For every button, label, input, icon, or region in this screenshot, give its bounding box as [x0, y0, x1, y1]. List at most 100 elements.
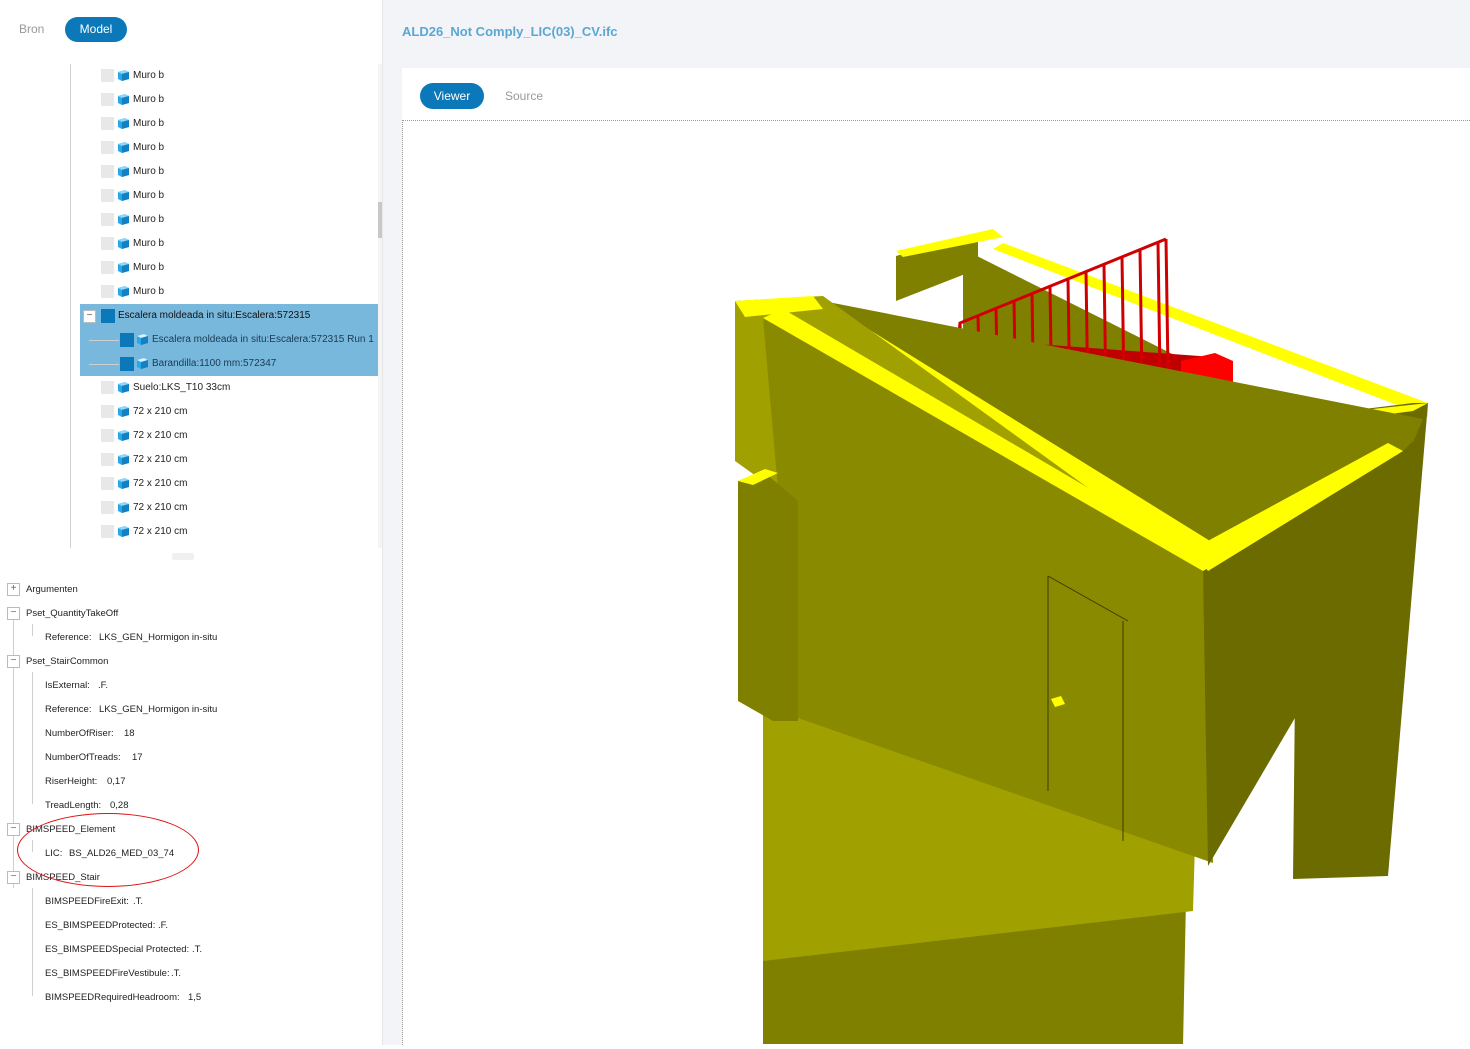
tree-checkbox[interactable]	[101, 285, 114, 298]
cube-icon	[118, 94, 129, 105]
tree-checkbox[interactable]	[101, 525, 114, 538]
3d-viewport[interactable]	[402, 120, 1470, 1046]
property-row: BIMSPEEDFireExit: .T.	[0, 890, 382, 914]
tree-item-selected[interactable]: − Escalera moldeada in situ:Escalera:572…	[0, 304, 378, 328]
tab-viewer[interactable]: Viewer	[420, 83, 484, 109]
cube-icon	[118, 70, 129, 81]
tree-item-label: Escalera moldeada in situ:Escalera:57231…	[118, 310, 311, 321]
tree-checkbox[interactable]	[101, 213, 114, 226]
tree-item[interactable]: Muro b	[0, 160, 378, 184]
tree-checkbox[interactable]	[101, 261, 114, 274]
tree-item[interactable]: Muro b	[0, 136, 378, 160]
tree-checkbox[interactable]	[101, 453, 114, 466]
collapse-icon[interactable]: −	[83, 310, 96, 323]
tree-item-label: 72 x 210 cm	[133, 454, 188, 465]
cube-icon	[118, 526, 129, 537]
pset-label: Pset_QuantityTakeOff	[26, 608, 119, 619]
tree-item-label: 72 x 210 cm	[133, 478, 188, 489]
property-value: LKS_GEN_Hormigon in-situ	[99, 632, 218, 643]
tree-item-selected[interactable]: Escalera moldeada in situ:Escalera:57231…	[0, 328, 378, 352]
tree-checkbox[interactable]	[101, 69, 114, 82]
left-panel: Bron Model Muro b Muro b Muro b Muro b M…	[0, 0, 382, 1045]
tree-item[interactable]: Muro b	[0, 64, 378, 88]
tree-item-label: Muro b	[133, 262, 165, 273]
3d-model-render[interactable]	[403, 121, 1469, 1046]
pset-label: Pset_StairCommon	[26, 656, 109, 667]
property-row: Reference: LKS_GEN_Hormigon in-situ	[0, 698, 382, 722]
property-key: RiserHeight:	[45, 776, 98, 787]
property-key: ES_BIMSPEEDProtected:	[45, 920, 156, 931]
collapse-icon[interactable]: −	[7, 871, 20, 884]
property-row: BIMSPEEDRequiredHeadroom: 1,5	[0, 986, 382, 1010]
tree-item[interactable]: Muro b	[0, 280, 378, 304]
tree-item[interactable]: Suelo:LKS_T10 33cm	[0, 376, 378, 400]
panel-splitter-handle[interactable]	[172, 553, 194, 560]
property-value: 0,17	[107, 776, 126, 787]
property-row: RiserHeight: 0,17	[0, 770, 382, 794]
tree-checkbox[interactable]	[101, 429, 114, 442]
collapse-icon[interactable]: −	[7, 823, 20, 836]
collapse-icon[interactable]: −	[7, 607, 20, 620]
model-tree: Muro b Muro b Muro b Muro b Muro b Muro …	[0, 64, 378, 548]
property-value: 0,28	[110, 800, 129, 811]
tree-item[interactable]: 72 x 210 cm	[0, 424, 378, 448]
property-row: IsExternal: .F.	[0, 674, 382, 698]
cube-icon	[118, 142, 129, 153]
cube-icon	[118, 190, 129, 201]
right-panel: ALD26_Not Comply_LIC(03)_CV.ifc Viewer S…	[383, 0, 1470, 1046]
tree-item[interactable]: Muro b	[0, 184, 378, 208]
tree-item[interactable]: 72 x 210 cm	[0, 520, 378, 544]
property-key: IsExternal:	[45, 680, 90, 691]
tree-item-label: 72 x 210 cm	[133, 502, 188, 513]
property-key: BIMSPEEDFireExit:	[45, 896, 129, 907]
tree-checkbox[interactable]	[101, 477, 114, 490]
expand-icon[interactable]: +	[7, 583, 20, 596]
tree-item[interactable]: 72 x 210 cm	[0, 448, 378, 472]
tree-checkbox[interactable]	[120, 357, 134, 371]
tree-item-selected[interactable]: Barandilla:1100 mm:572347	[0, 352, 378, 376]
tree-checkbox[interactable]	[101, 237, 114, 250]
tab-model[interactable]: Model	[65, 17, 127, 42]
tree-item-label: Muro b	[133, 238, 165, 249]
tree-checkbox[interactable]	[120, 333, 134, 347]
pset-stair-common[interactable]: − Pset_StairCommon	[0, 650, 382, 674]
tree-checkbox[interactable]	[101, 93, 114, 106]
cube-icon	[118, 166, 129, 177]
cube-icon	[118, 502, 129, 513]
tree-item[interactable]: Muro b	[0, 232, 378, 256]
tree-item[interactable]: 72 x 210 cm	[0, 400, 378, 424]
tab-source[interactable]: Source	[505, 89, 543, 103]
cube-icon	[118, 406, 129, 417]
property-row: ES_BIMSPEEDFireVestibule: .T.	[0, 962, 382, 986]
tree-checkbox[interactable]	[101, 165, 114, 178]
pset-quantity-takeoff[interactable]: − Pset_QuantityTakeOff	[0, 602, 382, 626]
tree-item-label: 72 x 210 cm	[133, 430, 188, 441]
tree-item-label: Muro b	[133, 286, 165, 297]
tree-item[interactable]: 72 x 210 cm	[0, 472, 378, 496]
tree-item-label: Muro b	[133, 190, 165, 201]
tree-checkbox[interactable]	[101, 189, 114, 202]
tree-checkbox[interactable]	[101, 309, 115, 323]
tree-item[interactable]: 72 x 210 cm	[0, 496, 378, 520]
tree-item-label: Escalera moldeada in situ:Escalera:57231…	[152, 334, 374, 345]
property-key: TreadLength:	[45, 800, 102, 811]
tree-item[interactable]: Muro b	[0, 112, 378, 136]
tree-item[interactable]: Muro b	[0, 88, 378, 112]
pset-argumenten[interactable]: + Argumenten	[0, 578, 382, 602]
tree-item[interactable]: Muro b	[0, 256, 378, 280]
tree-item[interactable]: Muro b	[0, 208, 378, 232]
tab-bron[interactable]: Bron	[19, 22, 44, 36]
tree-item-label: Muro b	[133, 142, 165, 153]
property-key: Reference:	[45, 632, 92, 643]
tree-checkbox[interactable]	[101, 141, 114, 154]
cube-icon	[118, 478, 129, 489]
property-key: BIMSPEEDRequiredHeadroom:	[45, 992, 180, 1003]
property-value: .F.	[98, 680, 109, 691]
tree-checkbox[interactable]	[101, 117, 114, 130]
collapse-icon[interactable]: −	[7, 655, 20, 668]
tree-checkbox[interactable]	[101, 501, 114, 514]
tree-checkbox[interactable]	[101, 405, 114, 418]
cube-icon	[137, 334, 148, 345]
tree-checkbox[interactable]	[101, 381, 114, 394]
tree-item-label: Muro b	[133, 214, 165, 225]
